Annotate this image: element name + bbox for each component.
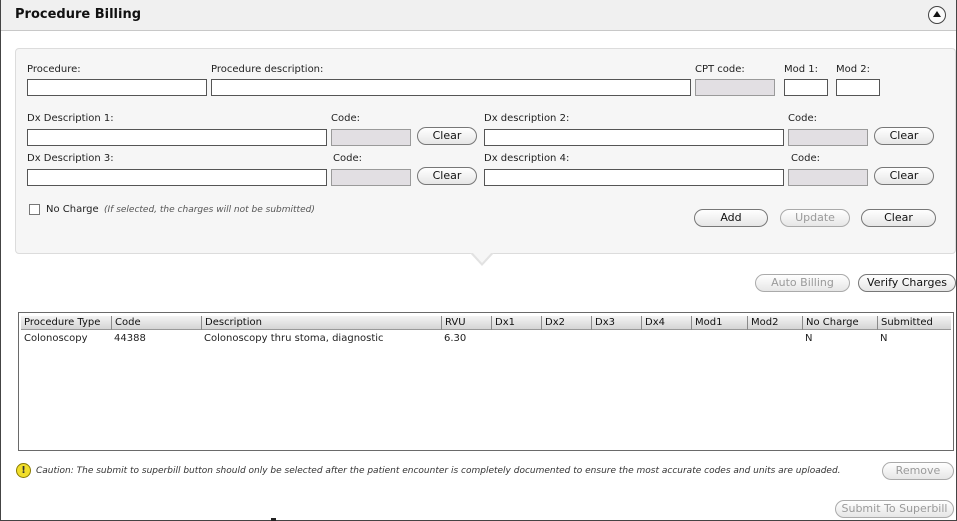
dx4-code-label: Code: <box>791 153 820 164</box>
chevron-up-icon <box>933 11 941 17</box>
mod1-label: Mod 1: <box>784 64 819 75</box>
dx3-code-label: Code: <box>333 153 362 164</box>
column-header[interactable]: Description <box>201 316 262 330</box>
dx1-label: Dx Description 1: <box>27 113 114 124</box>
auto-billing-button[interactable]: Auto Billing <box>755 274 850 292</box>
warning-icon: ! <box>16 463 31 478</box>
no-charge-hint: (If selected, the charges will not be su… <box>104 205 315 215</box>
column-header[interactable]: Dx3 <box>591 316 615 330</box>
table-cell <box>491 332 494 346</box>
table-cell <box>747 332 750 346</box>
table-cell: N <box>805 333 813 344</box>
dx3-clear-button[interactable]: Clear <box>417 167 477 185</box>
table-header: Procedure Type Code Description RVU Dx1 … <box>21 316 951 330</box>
collapse-button[interactable] <box>928 6 946 24</box>
cpt-code-field <box>695 79 775 96</box>
dx2-code-field <box>788 129 868 146</box>
column-header[interactable]: Submitted <box>877 316 933 330</box>
table-row[interactable]: Colonoscopy 44388 Colonoscopy thru stoma… <box>21 332 951 346</box>
dx1-code-label: Code: <box>331 113 360 124</box>
update-button[interactable]: Update <box>780 209 850 227</box>
column-header[interactable]: Dx2 <box>541 316 565 330</box>
dx3-label: Dx Description 3: <box>27 153 114 164</box>
mod2-input[interactable] <box>836 79 880 96</box>
table-cell: Colonoscopy thru stoma, diagnostic <box>204 333 384 344</box>
dx4-input[interactable] <box>484 169 784 186</box>
procedure-label: Procedure: <box>27 64 81 75</box>
dx1-clear-button[interactable]: Clear <box>417 127 477 145</box>
table-cell: 6.30 <box>444 333 467 344</box>
table-cell <box>691 332 694 346</box>
dx1-input[interactable] <box>27 129 327 146</box>
add-button[interactable]: Add <box>694 209 768 227</box>
dx2-code-label: Code: <box>788 113 817 124</box>
cpt-code-label: CPT code: <box>695 64 745 75</box>
dx4-clear-button[interactable]: Clear <box>874 167 934 185</box>
column-header[interactable]: Mod2 <box>747 316 778 330</box>
remove-button[interactable]: Remove <box>882 462 954 480</box>
dx3-code-field <box>331 169 411 186</box>
procedure-description-input[interactable] <box>211 79 691 96</box>
column-header[interactable]: No Charge <box>802 316 859 330</box>
dx3-input[interactable] <box>27 169 327 186</box>
no-charge-checkbox[interactable] <box>29 204 40 215</box>
dx1-code-field <box>331 129 411 146</box>
column-header[interactable]: Dx4 <box>641 316 665 330</box>
panel-title: Procedure Billing <box>15 7 142 22</box>
dx4-code-field <box>788 169 868 186</box>
mod2-label: Mod 2: <box>836 64 871 75</box>
dx2-label: Dx description 2: <box>484 113 570 124</box>
procedure-description-label: Procedure description: <box>211 64 324 75</box>
table-cell <box>541 332 544 346</box>
dx2-clear-button[interactable]: Clear <box>874 127 934 145</box>
verify-charges-button[interactable]: Verify Charges <box>858 274 956 292</box>
clear-form-button[interactable]: Clear <box>861 209 936 227</box>
panel-pointer-fill <box>472 252 492 263</box>
table-cell: Colonoscopy <box>24 333 88 344</box>
procedure-input[interactable] <box>27 79 207 96</box>
table-cell <box>591 332 594 346</box>
dx4-label: Dx description 4: <box>484 153 570 164</box>
column-header[interactable]: RVU <box>441 316 466 330</box>
panel-header: Procedure Billing <box>1 0 956 31</box>
mod1-input[interactable] <box>784 79 828 96</box>
table-cell: N <box>880 333 888 344</box>
column-header[interactable]: Procedure Type <box>21 316 100 330</box>
submit-to-superbill-button[interactable]: Submit To Superbill <box>835 500 954 518</box>
caution-message: Caution: The submit to superbill button … <box>36 466 841 476</box>
table-cell: 44388 <box>114 333 146 344</box>
no-charge-label: No Charge <box>46 204 99 215</box>
dx2-input[interactable] <box>484 129 784 146</box>
column-header[interactable]: Code <box>111 316 141 330</box>
procedures-table: Procedure Type Code Description RVU Dx1 … <box>18 312 954 451</box>
column-header[interactable]: Mod1 <box>691 316 722 330</box>
column-header[interactable]: Dx1 <box>491 316 515 330</box>
table-cell <box>641 332 644 346</box>
